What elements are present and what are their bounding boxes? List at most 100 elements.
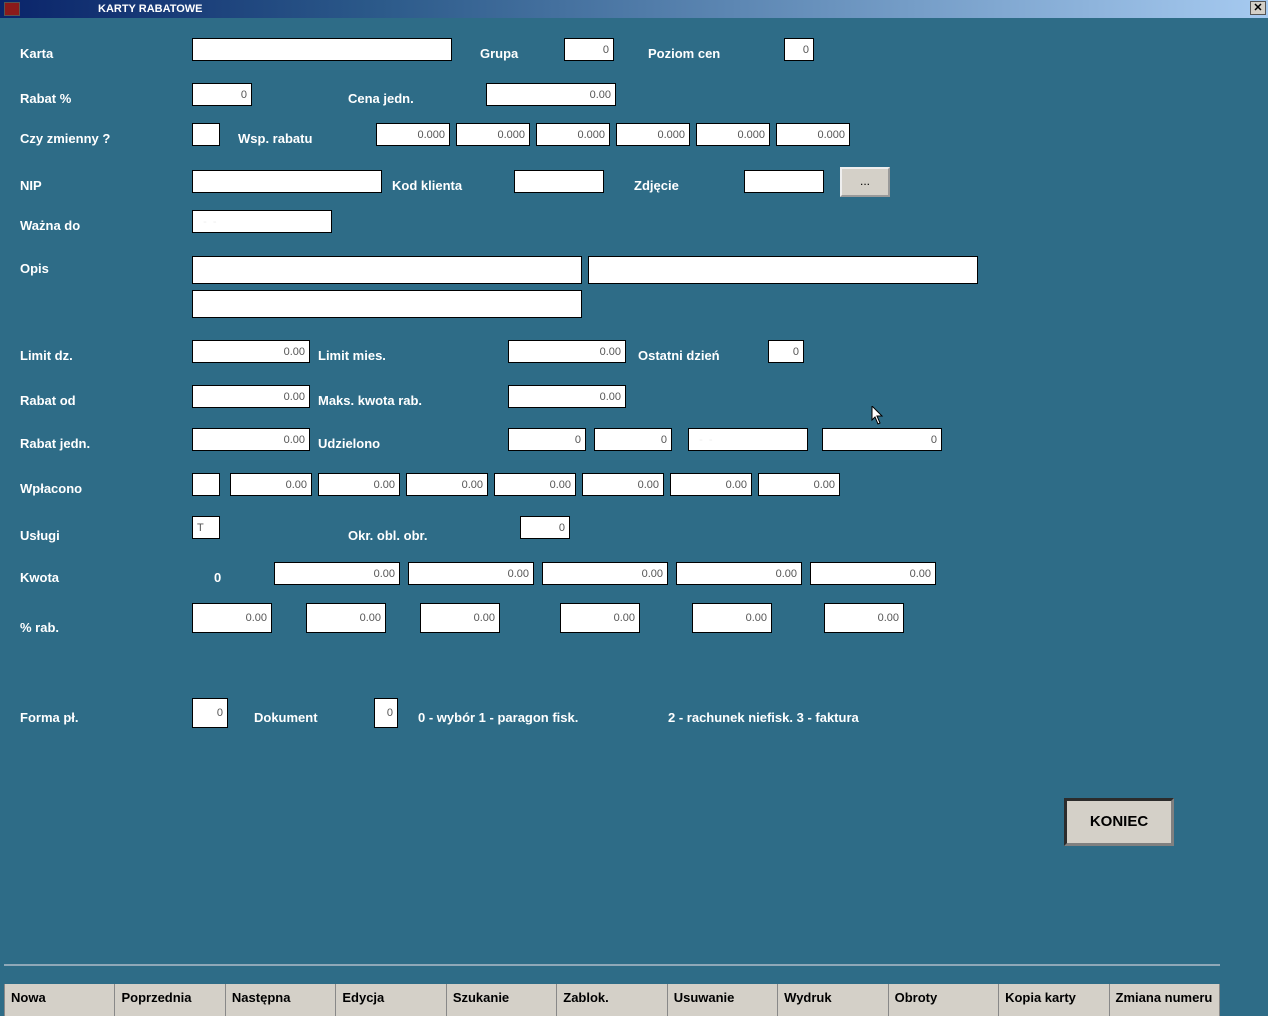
- wsp-2-input[interactable]: [536, 123, 610, 146]
- rabat-od-input[interactable]: [192, 385, 310, 408]
- browse-button[interactable]: ...: [840, 167, 890, 197]
- cursor-icon: [871, 406, 885, 426]
- kwota-1-input[interactable]: [408, 562, 534, 585]
- btn-usuwanie[interactable]: Usuwanie: [668, 984, 778, 1016]
- forma-pl-input[interactable]: [192, 698, 228, 728]
- wplacono-4-input[interactable]: [582, 473, 664, 496]
- wsp-1-input[interactable]: [456, 123, 530, 146]
- kod-klienta-input[interactable]: [514, 170, 604, 193]
- limit-mies-input[interactable]: [508, 340, 626, 363]
- wsp-4-input[interactable]: [696, 123, 770, 146]
- opis2-input[interactable]: [588, 256, 978, 284]
- label-limit-mies: Limit mies.: [318, 348, 386, 363]
- maks-kwota-input[interactable]: [508, 385, 626, 408]
- label-rabat-pct: Rabat %: [20, 91, 71, 106]
- btn-kopia-karty[interactable]: Kopia karty: [999, 984, 1109, 1016]
- label-maks-kwota: Maks. kwota rab.: [318, 393, 422, 408]
- label-kod-klienta: Kod klienta: [392, 178, 462, 193]
- label-uslugi: Usługi: [20, 528, 60, 543]
- btn-wydruk[interactable]: Wydruk: [778, 984, 888, 1016]
- label-opis: Opis: [20, 261, 49, 276]
- kwota-0-input[interactable]: [274, 562, 400, 585]
- label-dokument: Dokument: [254, 710, 318, 725]
- btn-poprzednia[interactable]: Poprzednia: [115, 984, 225, 1016]
- btn-edycja[interactable]: Edycja: [336, 984, 446, 1016]
- wplacono-1-input[interactable]: [318, 473, 400, 496]
- opis1-input[interactable]: [192, 256, 582, 284]
- btn-szukanie[interactable]: Szukanie: [447, 984, 557, 1016]
- pctrab-3-input[interactable]: [560, 603, 640, 633]
- doc-hint1: 0 - wybór 1 - paragon fisk.: [418, 710, 578, 725]
- wsp-5-input[interactable]: [776, 123, 850, 146]
- btn-nastepna[interactable]: Następna: [226, 984, 336, 1016]
- wplacono-2-input[interactable]: [406, 473, 488, 496]
- doc-hint2: 2 - rachunek niefisk. 3 - faktura: [668, 710, 859, 725]
- nip-input[interactable]: [192, 170, 382, 193]
- grupa-input[interactable]: [564, 38, 614, 61]
- label-cena-jedn: Cena jedn.: [348, 91, 414, 106]
- kwota-4-input[interactable]: [810, 562, 936, 585]
- label-wazna-do: Ważna do: [20, 218, 80, 233]
- kwota0-text: 0: [214, 570, 221, 585]
- form-area: Karta Grupa Poziom cen Rabat % Cena jedn…: [4, 18, 1264, 1012]
- label-kwota: Kwota: [20, 570, 59, 585]
- label-grupa: Grupa: [480, 46, 518, 61]
- koniec-button[interactable]: KONIEC: [1064, 798, 1174, 846]
- udzielono2-input[interactable]: [594, 428, 672, 451]
- pctrab-5-input[interactable]: [824, 603, 904, 633]
- label-zdjecie: Zdjęcie: [634, 178, 679, 193]
- rabat-pct-input[interactable]: [192, 83, 252, 106]
- czy-zmienny-input[interactable]: [192, 123, 220, 146]
- label-okr-obl: Okr. obl. obr.: [348, 528, 427, 543]
- label-rabat-od: Rabat od: [20, 393, 76, 408]
- ostatni-dzien-input[interactable]: [768, 340, 804, 363]
- label-limit-dz: Limit dz.: [20, 348, 73, 363]
- wsp-0-input[interactable]: [376, 123, 450, 146]
- pctrab-4-input[interactable]: [692, 603, 772, 633]
- karta-input[interactable]: [192, 38, 452, 61]
- close-button[interactable]: ✕: [1250, 1, 1266, 15]
- opis3-input[interactable]: [192, 290, 582, 318]
- cena-jedn-input[interactable]: [486, 83, 616, 106]
- wsp-3-input[interactable]: [616, 123, 690, 146]
- kwota-2-input[interactable]: [542, 562, 668, 585]
- zdjecie-input[interactable]: [744, 170, 824, 193]
- app-icon: [4, 2, 20, 16]
- uslugi-input[interactable]: [192, 516, 220, 539]
- btn-nowa[interactable]: Nowa: [4, 984, 115, 1016]
- limit-dz-input[interactable]: [192, 340, 310, 363]
- label-czy-zmienny: Czy zmienny ?: [20, 131, 110, 146]
- wazna-do-input[interactable]: [192, 210, 332, 233]
- btn-obroty[interactable]: Obroty: [889, 984, 999, 1016]
- window-title: KARTY RABATOWE: [98, 3, 203, 15]
- udzielono1-input[interactable]: [508, 428, 586, 451]
- label-forma-pl: Forma pł.: [20, 710, 79, 725]
- poziom-cen-input[interactable]: [784, 38, 814, 61]
- pctrab-2-input[interactable]: [420, 603, 500, 633]
- wplacono-5-input[interactable]: [670, 473, 752, 496]
- label-wplacono: Wpłacono: [20, 481, 82, 496]
- rabat-jedn-input[interactable]: [192, 428, 310, 451]
- bottom-toolbar: Nowa Poprzednia Następna Edycja Szukanie…: [4, 964, 1220, 1008]
- label-wsp-rabatu: Wsp. rabatu: [238, 131, 312, 146]
- label-poziom-cen: Poziom cen: [648, 46, 720, 61]
- label-karta: Karta: [20, 46, 53, 61]
- btn-zmiana-numeru[interactable]: Zmiana numeru: [1110, 984, 1220, 1016]
- label-udzielono: Udzielono: [318, 436, 380, 451]
- udzielono3-input[interactable]: [688, 428, 808, 451]
- pctrab-0-input[interactable]: [192, 603, 272, 633]
- okr-obl-input[interactable]: [520, 516, 570, 539]
- udzielono4-input[interactable]: [822, 428, 942, 451]
- wplacono-6-input[interactable]: [758, 473, 840, 496]
- label-rabat-jedn: Rabat jedn.: [20, 436, 90, 451]
- btn-zablok[interactable]: Zablok.: [557, 984, 667, 1016]
- titlebar: KARTY RABATOWE ✕: [0, 0, 1268, 18]
- wplacono-0-input[interactable]: [230, 473, 312, 496]
- wplacono-3-input[interactable]: [494, 473, 576, 496]
- wplacono-flag-input[interactable]: [192, 473, 220, 496]
- label-ostatni-dzien: Ostatni dzień: [638, 348, 720, 363]
- dokument-input[interactable]: [374, 698, 398, 728]
- label-pct-rab: % rab.: [20, 620, 59, 635]
- kwota-3-input[interactable]: [676, 562, 802, 585]
- pctrab-1-input[interactable]: [306, 603, 386, 633]
